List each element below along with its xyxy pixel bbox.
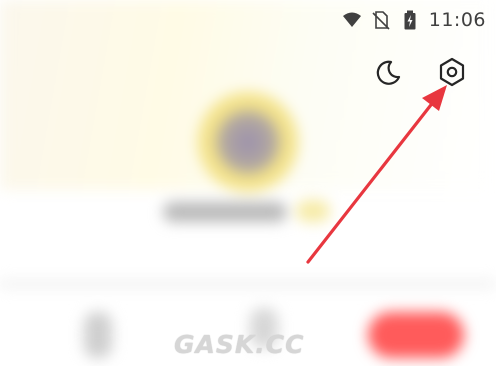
no-sim-icon <box>371 10 391 30</box>
status-bar: 11:06 <box>342 8 486 32</box>
blurred-profile-background <box>0 0 496 366</box>
battery-charging-icon <box>400 10 420 30</box>
username-placeholder <box>163 202 287 222</box>
settings-button[interactable] <box>436 56 468 88</box>
menu-item-left[interactable] <box>84 312 112 358</box>
watermark: GASK.CC <box>174 330 305 359</box>
moon-icon <box>373 56 405 88</box>
primary-action-button[interactable] <box>368 312 464 358</box>
gear-icon <box>436 56 468 88</box>
status-time: 11:06 <box>428 9 486 31</box>
night-mode-button[interactable] <box>373 56 405 88</box>
avatar[interactable] <box>216 110 280 174</box>
app-screen: 11:06 GASK.CC <box>0 0 496 366</box>
section-divider <box>0 280 496 288</box>
wifi-icon <box>342 10 362 30</box>
vip-badge <box>296 200 330 222</box>
